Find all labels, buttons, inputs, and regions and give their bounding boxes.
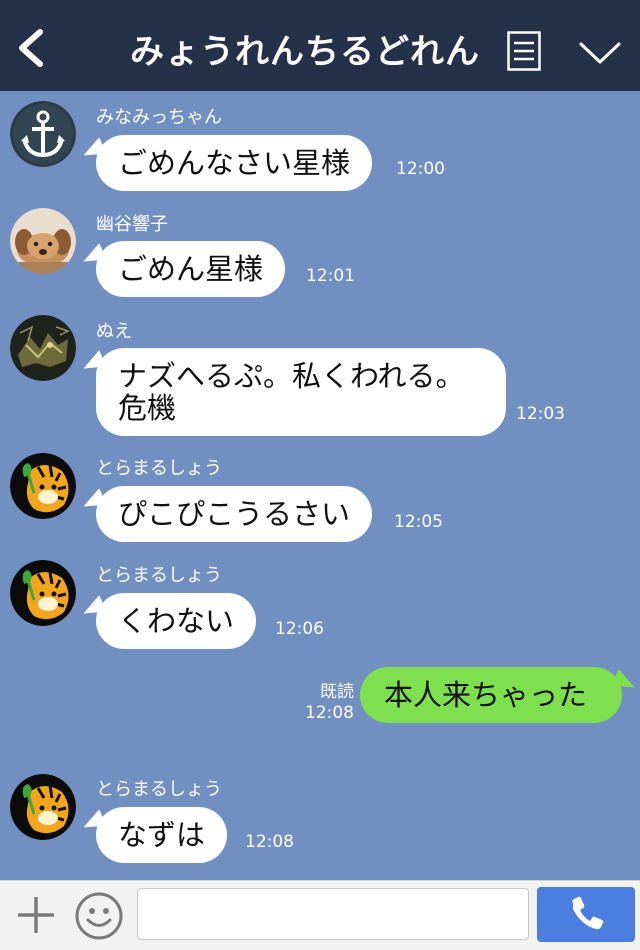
sender-name: 幽谷響子: [96, 214, 168, 235]
plus-icon: [18, 897, 54, 933]
message-bubble[interactable]: ごめんなさい星様: [96, 135, 373, 191]
message-bubble[interactable]: ぴこぴこうるさい: [96, 486, 373, 542]
sender-name: みなみっちゃん: [96, 107, 222, 128]
collapse-button[interactable]: [578, 38, 622, 68]
add-attachment-button[interactable]: [14, 893, 58, 937]
chat-title: みょうれんちるどれん: [130, 32, 480, 72]
avatar[interactable]: [10, 208, 76, 274]
avatar[interactable]: [10, 101, 76, 167]
sender-name: ぬえ: [96, 321, 132, 342]
read-label: 既読: [320, 682, 354, 702]
message-bubble[interactable]: なずは: [96, 807, 228, 863]
avatar[interactable]: [10, 560, 76, 626]
avatar[interactable]: [10, 315, 76, 381]
message-time: 12:08: [305, 703, 354, 723]
chevron-down-icon: [579, 42, 621, 64]
avatar[interactable]: [10, 453, 76, 519]
menu-button[interactable]: [507, 31, 541, 71]
tiger-avatar-icon: [10, 774, 76, 840]
back-button[interactable]: [12, 26, 52, 70]
outgoing-message-bubble[interactable]: 本人来ちゃった: [360, 667, 622, 723]
phone-icon: [572, 896, 604, 930]
sender-name: とらまるしょう: [96, 458, 222, 479]
message-input[interactable]: [137, 888, 529, 940]
tiger-avatar-icon: [10, 560, 76, 626]
sender-name: とらまるしょう: [96, 779, 222, 800]
message-time: 12:06: [275, 619, 324, 639]
message-bubble[interactable]: ごめん星様: [96, 241, 286, 297]
creature-avatar-icon: [10, 315, 76, 381]
message-bubble[interactable]: くわない: [96, 593, 257, 649]
read-receipt: 既読 12:08: [300, 682, 354, 724]
message-time: 12:08: [245, 832, 294, 852]
puppy-avatar-icon: [10, 208, 76, 274]
chevron-left-icon: [19, 29, 43, 67]
emoji-button[interactable]: [74, 891, 124, 941]
avatar[interactable]: [10, 774, 76, 840]
message-time: 12:05: [394, 512, 443, 532]
call-button[interactable]: [537, 887, 635, 942]
anchor-avatar-icon: [10, 101, 76, 167]
chat-header: みょうれんちるどれん: [0, 0, 640, 91]
message-time: 12:03: [516, 404, 565, 424]
message-time: 12:00: [396, 159, 445, 179]
message-bubble[interactable]: ナズへるぷ。私くわれる。危機: [96, 348, 506, 436]
message-time: 12:01: [306, 266, 355, 286]
sender-name: とらまるしょう: [96, 565, 222, 586]
chat-area[interactable]: みなみっちゃん ごめんなさい星様 12:00 幽谷響子 ごめん星様 12:01 …: [0, 91, 640, 880]
tiger-avatar-icon: [10, 453, 76, 519]
list-menu-icon: [507, 31, 541, 71]
smiley-icon: [75, 892, 123, 940]
message-composer: [0, 880, 640, 950]
